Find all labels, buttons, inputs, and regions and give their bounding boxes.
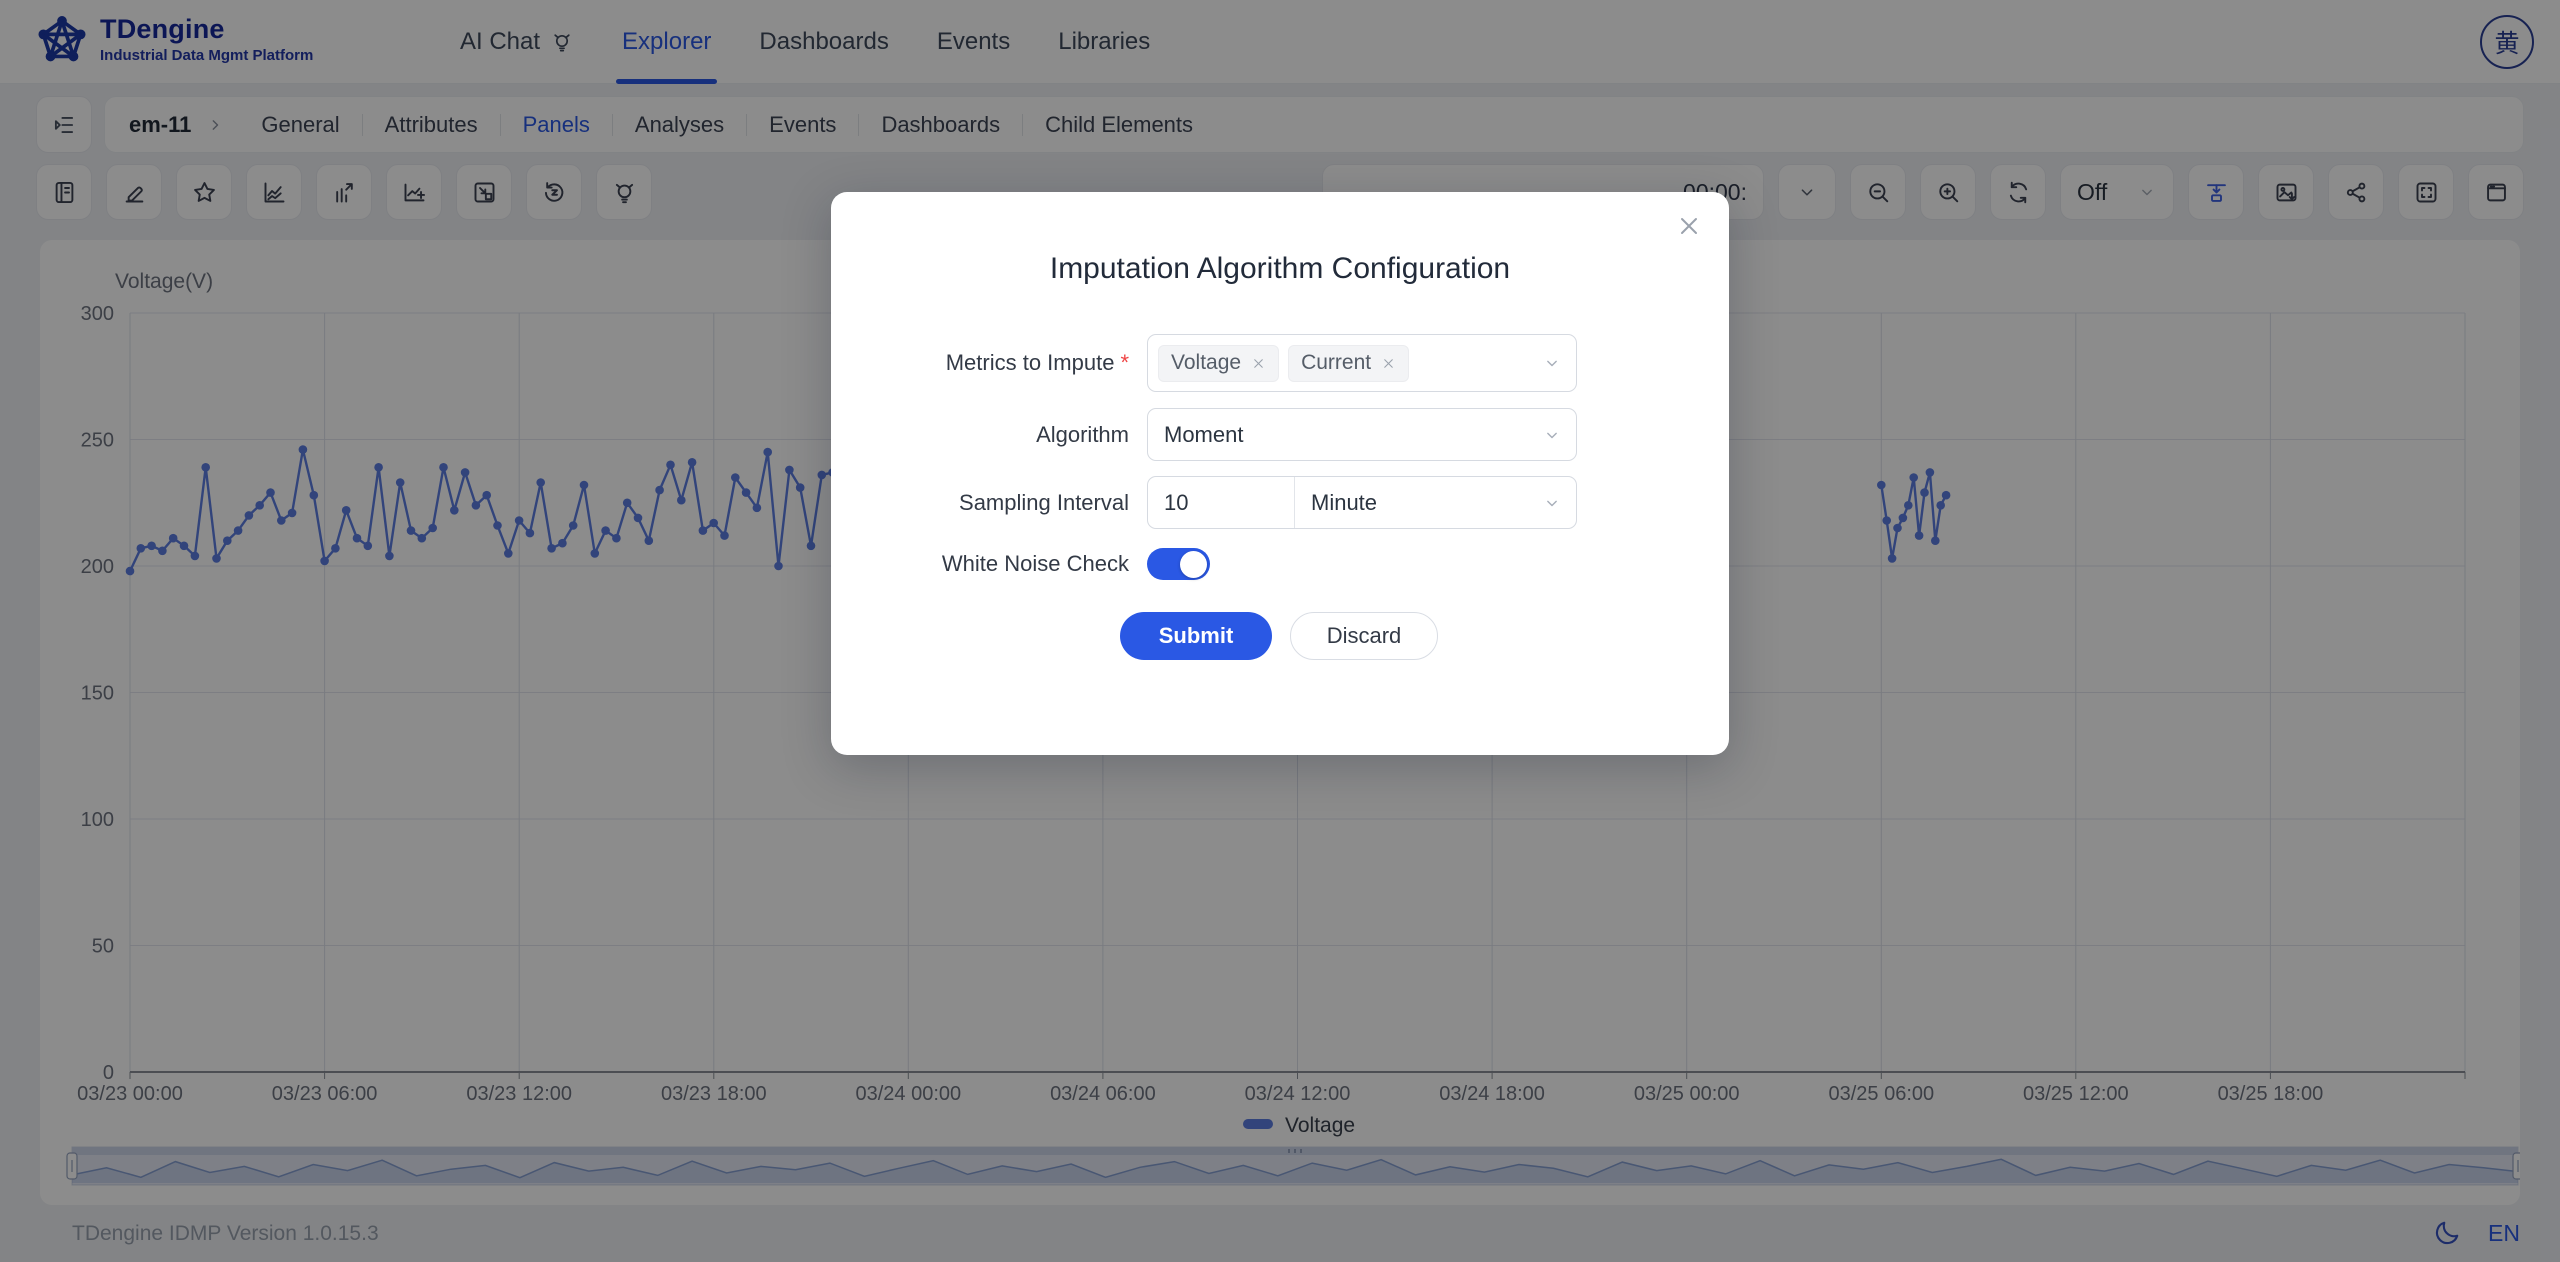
metric-tag-current[interactable]: Current <box>1288 345 1409 382</box>
selected-metric-tags: Voltage Current <box>1158 345 1409 382</box>
toggle-knob <box>1180 551 1207 578</box>
white-noise-check-label: White Noise Check <box>831 551 1147 577</box>
metrics-to-impute-select[interactable]: Voltage Current <box>1147 334 1577 392</box>
chevron-down-icon <box>1542 493 1562 513</box>
required-asterisk: * <box>1120 350 1129 375</box>
algorithm-value: Moment <box>1164 422 1243 448</box>
metric-tag-voltage[interactable]: Voltage <box>1158 345 1279 382</box>
close-icon[interactable] <box>1675 212 1703 240</box>
sampling-unit-select[interactable]: Minute <box>1295 477 1576 528</box>
algorithm-row: Algorithm Moment <box>831 408 1729 461</box>
algorithm-label: Algorithm <box>831 422 1147 448</box>
modal-title: Imputation Algorithm Configuration <box>831 252 1729 286</box>
tag-label: Current <box>1301 351 1371 375</box>
chevron-down-icon <box>1542 425 1562 445</box>
discard-button[interactable]: Discard <box>1290 612 1438 660</box>
remove-tag-icon[interactable] <box>1381 356 1396 371</box>
chevron-down-icon <box>1542 353 1562 373</box>
sampling-row: Sampling Interval 10 Minute <box>831 476 1729 529</box>
metrics-to-impute-label: Metrics to Impute* <box>831 350 1147 376</box>
sampling-interval-label: Sampling Interval <box>831 490 1147 516</box>
white-noise-row: White Noise Check <box>831 548 1729 580</box>
remove-tag-icon[interactable] <box>1251 356 1266 371</box>
tag-label: Voltage <box>1171 351 1241 375</box>
submit-button[interactable]: Submit <box>1120 612 1272 660</box>
sampling-unit-value: Minute <box>1311 490 1377 516</box>
metrics-row: Metrics to Impute* Voltage Current <box>831 334 1729 392</box>
sampling-interval-input[interactable]: 10 <box>1148 477 1295 528</box>
algorithm-select[interactable]: Moment <box>1147 408 1577 461</box>
imputation-config-modal: Imputation Algorithm Configuration Metri… <box>831 192 1729 755</box>
white-noise-toggle[interactable] <box>1147 548 1210 580</box>
